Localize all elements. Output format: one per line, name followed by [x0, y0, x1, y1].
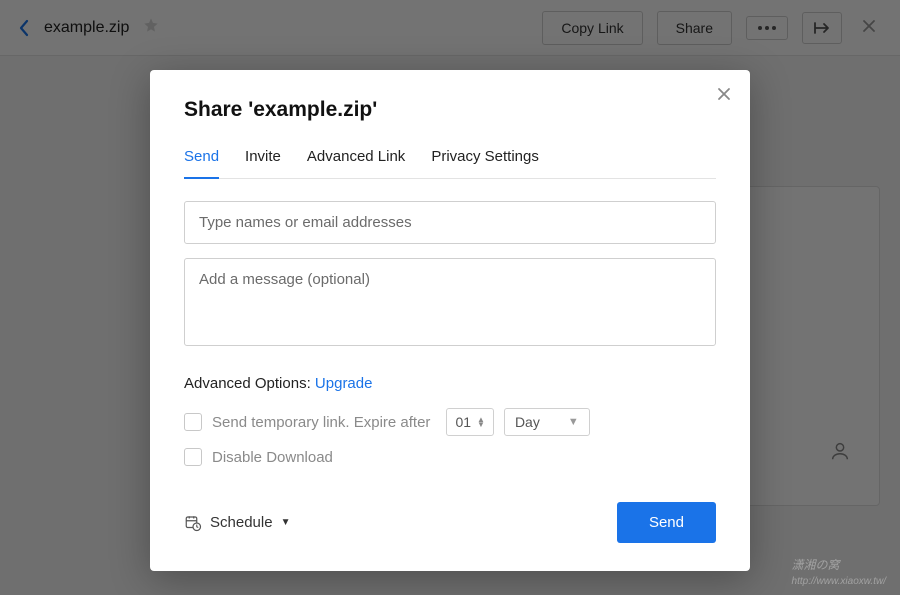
watermark: 潇湘の窝http://www.xiaoxw.tw/	[792, 556, 886, 587]
message-textarea[interactable]	[184, 258, 716, 346]
recipients-input[interactable]	[184, 201, 716, 244]
expire-count-stepper[interactable]: 01 ▲▼	[446, 408, 494, 436]
tab-bar: Send Invite Advanced Link Privacy Settin…	[184, 140, 716, 179]
option-label: Send temporary link. Expire after	[212, 414, 430, 431]
share-modal: Share 'example.zip' Send Invite Advanced…	[150, 70, 750, 571]
modal-close-button[interactable]	[716, 86, 732, 107]
option-label: Disable Download	[212, 449, 333, 466]
checkbox-disable-download[interactable]	[184, 448, 202, 466]
option-temporary-link: Send temporary link. Expire after 01 ▲▼ …	[184, 408, 716, 436]
checkbox-temporary-link[interactable]	[184, 413, 202, 431]
close-icon	[716, 86, 732, 102]
chevron-down-icon: ▼	[568, 416, 579, 428]
tab-send[interactable]: Send	[184, 140, 219, 179]
upgrade-link[interactable]: Upgrade	[315, 375, 373, 392]
schedule-button[interactable]: Schedule ▼	[184, 514, 290, 532]
advanced-options-label: Advanced Options: Upgrade	[184, 375, 716, 392]
calendar-clock-icon	[184, 514, 202, 532]
modal-footer: Schedule ▼ Send	[184, 502, 716, 543]
send-button[interactable]: Send	[617, 502, 716, 543]
modal-title: Share 'example.zip'	[184, 98, 716, 122]
chevron-down-icon: ▼	[281, 517, 291, 528]
stepper-arrows-icon: ▲▼	[477, 417, 485, 427]
tab-advanced-link[interactable]: Advanced Link	[307, 140, 405, 178]
expire-unit-select[interactable]: Day ▼	[504, 408, 590, 436]
tab-invite[interactable]: Invite	[245, 140, 281, 178]
option-disable-download: Disable Download	[184, 448, 716, 466]
tab-privacy-settings[interactable]: Privacy Settings	[431, 140, 539, 178]
